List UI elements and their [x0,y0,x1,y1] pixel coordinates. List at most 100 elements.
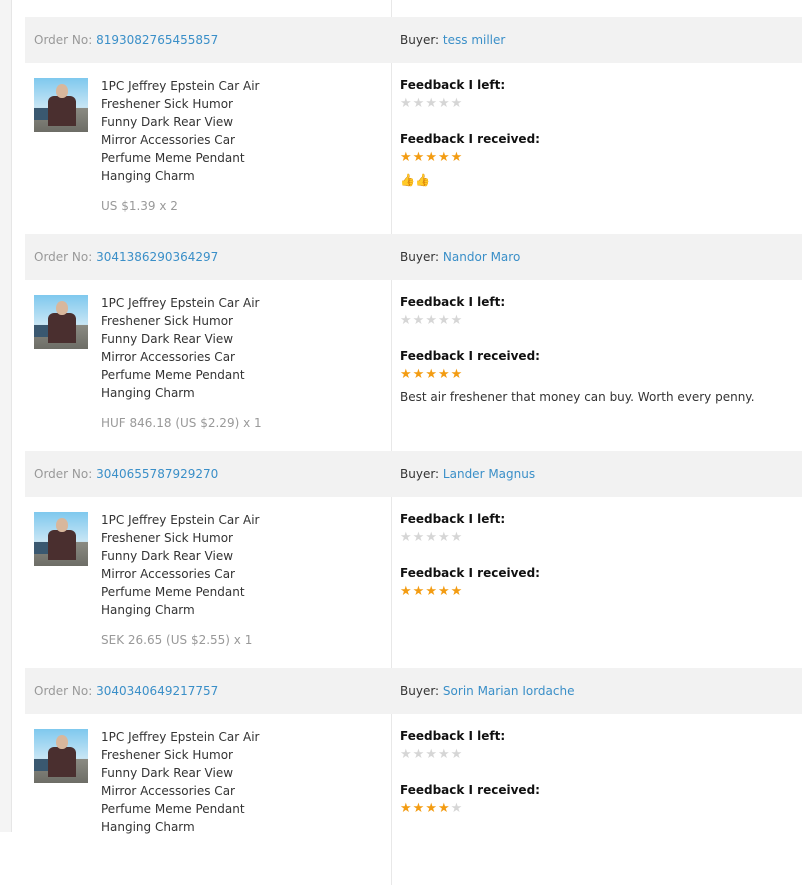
order-card: Order No: 3040340649217757 Buyer: Sorin … [25,668,802,885]
star-filled-icon: ★ [425,801,438,816]
order-number-link[interactable]: 8193082765455857 [96,33,218,47]
buyer: Buyer: tess miller [400,33,505,47]
star-filled-icon: ★ [450,367,464,382]
star-empty-icon: ★ [437,530,451,545]
feedback-left-label: Feedback I left: [400,78,506,92]
buyer-label: Buyer: [400,33,440,47]
buyer-label: Buyer: [400,684,440,698]
star-filled-icon: ★ [412,584,426,599]
order-body: 1PC Jeffrey Epstein Car Air Freshener Si… [25,280,802,451]
feedback-received-label: Feedback I received: [400,783,540,797]
feedback-list: Order No: 8193082765455857 Buyer: tess m… [25,0,802,885]
product-title-link[interactable]: 1PC Jeffrey Epstein Car Air Freshener Si… [101,511,261,619]
order-number-link[interactable]: 3041386290364297 [96,250,218,264]
buyer-name-link[interactable]: Lander Magnus [443,467,535,481]
buyer-name-link[interactable]: tess miller [443,33,505,47]
feedback-left-star-rating: ★★★★★ [400,97,463,111]
product-title-link[interactable]: 1PC Jeffrey Epstein Car Air Freshener Si… [101,294,261,402]
order-number: Order No: 3040340649217757 [34,684,218,698]
feedback-received-star-rating: ★★★★★ [400,368,463,382]
star-filled-icon: ★ [400,584,413,599]
feedback-received-star-rating: ★★★★★ [400,585,463,599]
star-filled-icon: ★ [437,584,451,599]
order-body: 1PC Jeffrey Epstein Car Air Freshener Si… [25,714,802,885]
star-filled-icon: ★ [412,150,426,165]
feedback-left-label: Feedback I left: [400,729,506,743]
star-filled-icon: ★ [450,150,464,165]
buyer: Buyer: Lander Magnus [400,467,535,481]
order-body: 1PC Jeffrey Epstein Car Air Freshener Si… [25,497,802,668]
feedback-received-label: Feedback I received: [400,349,540,363]
star-filled-icon: ★ [425,367,438,382]
star-empty-icon: ★ [450,96,464,111]
feedback-received-star-rating: ★★★★★ [400,802,463,816]
product-thumbnail[interactable] [34,78,88,132]
order-number-label: Order No: [34,684,93,698]
star-empty-icon: ★ [437,747,451,762]
star-empty-icon: ★ [400,96,413,111]
order-price: US $1.39 x 2 [101,199,178,213]
star-filled-icon: ★ [437,150,451,165]
star-filled-icon: ★ [425,584,438,599]
star-empty-icon: ★ [400,313,413,328]
buyer-name-link[interactable]: Nandor Maro [443,250,520,264]
product-title-link[interactable]: 1PC Jeffrey Epstein Car Air Freshener Si… [101,77,261,185]
feedback-left-label: Feedback I left: [400,512,506,526]
order-number-link[interactable]: 3040340649217757 [96,684,218,698]
order-header: Order No: 8193082765455857 Buyer: tess m… [25,17,802,63]
order-card: Order No: 3040655787929270 Buyer: Lander… [25,451,802,668]
previous-order-tail [25,0,802,17]
star-empty-icon: ★ [437,313,451,328]
star-filled-icon: ★ [450,584,464,599]
star-empty-icon: ★ [425,313,438,328]
buyer-label: Buyer: [400,250,440,264]
product-title-link[interactable]: 1PC Jeffrey Epstein Car Air Freshener Si… [101,728,261,836]
order-price: SEK 26.65 (US $2.55) x 1 [101,633,253,647]
feedback-comment: Best air freshener that money can buy. W… [400,390,755,404]
buyer: Buyer: Sorin Marian Iordache [400,684,574,698]
star-filled-icon: ★ [437,367,451,382]
star-empty-icon: ★ [450,747,464,762]
star-empty-icon: ★ [400,747,413,762]
star-filled-icon: ★ [412,367,426,382]
order-header: Order No: 3040340649217757 Buyer: Sorin … [25,668,802,714]
column-divider [391,714,392,885]
order-header: Order No: 3041386290364297 Buyer: Nandor… [25,234,802,280]
product-thumbnail[interactable] [34,512,88,566]
feedback-comment: 👍👍 [400,173,430,187]
feedback-left-label: Feedback I left: [400,295,506,309]
order-number-label: Order No: [34,467,93,481]
order-body: 1PC Jeffrey Epstein Car Air Freshener Si… [25,63,802,234]
star-empty-icon: ★ [450,313,464,328]
feedback-left-star-rating: ★★★★★ [400,314,463,328]
star-empty-icon: ★ [412,747,426,762]
left-scroll-gutter [0,0,12,832]
column-divider [391,63,392,234]
feedback-received-star-rating: ★★★★★ [400,151,463,165]
product-thumbnail[interactable] [34,729,88,783]
star-empty-icon: ★ [425,747,438,762]
star-empty-icon: ★ [425,530,438,545]
star-filled-icon: ★ [400,367,413,382]
order-number-label: Order No: [34,33,93,47]
order-card: Order No: 8193082765455857 Buyer: tess m… [25,17,802,234]
star-empty-icon: ★ [400,530,413,545]
star-empty-icon: ★ [450,530,464,545]
feedback-left-star-rating: ★★★★★ [400,531,463,545]
star-filled-icon: ★ [437,801,451,816]
star-empty-icon: ★ [412,96,426,111]
buyer-label: Buyer: [400,467,440,481]
star-filled-icon: ★ [400,801,413,816]
column-divider [391,497,392,668]
buyer-name-link[interactable]: Sorin Marian Iordache [443,684,575,698]
feedback-left-star-rating: ★★★★★ [400,748,463,762]
product-thumbnail[interactable] [34,295,88,349]
star-filled-icon: ★ [412,801,426,816]
star-empty-icon: ★ [437,96,451,111]
order-number: Order No: 8193082765455857 [34,33,218,47]
order-card: Order No: 3041386290364297 Buyer: Nandor… [25,234,802,451]
order-number-link[interactable]: 3040655787929270 [96,467,218,481]
star-filled-icon: ★ [425,150,438,165]
buyer: Buyer: Nandor Maro [400,250,520,264]
star-empty-icon: ★ [412,530,426,545]
